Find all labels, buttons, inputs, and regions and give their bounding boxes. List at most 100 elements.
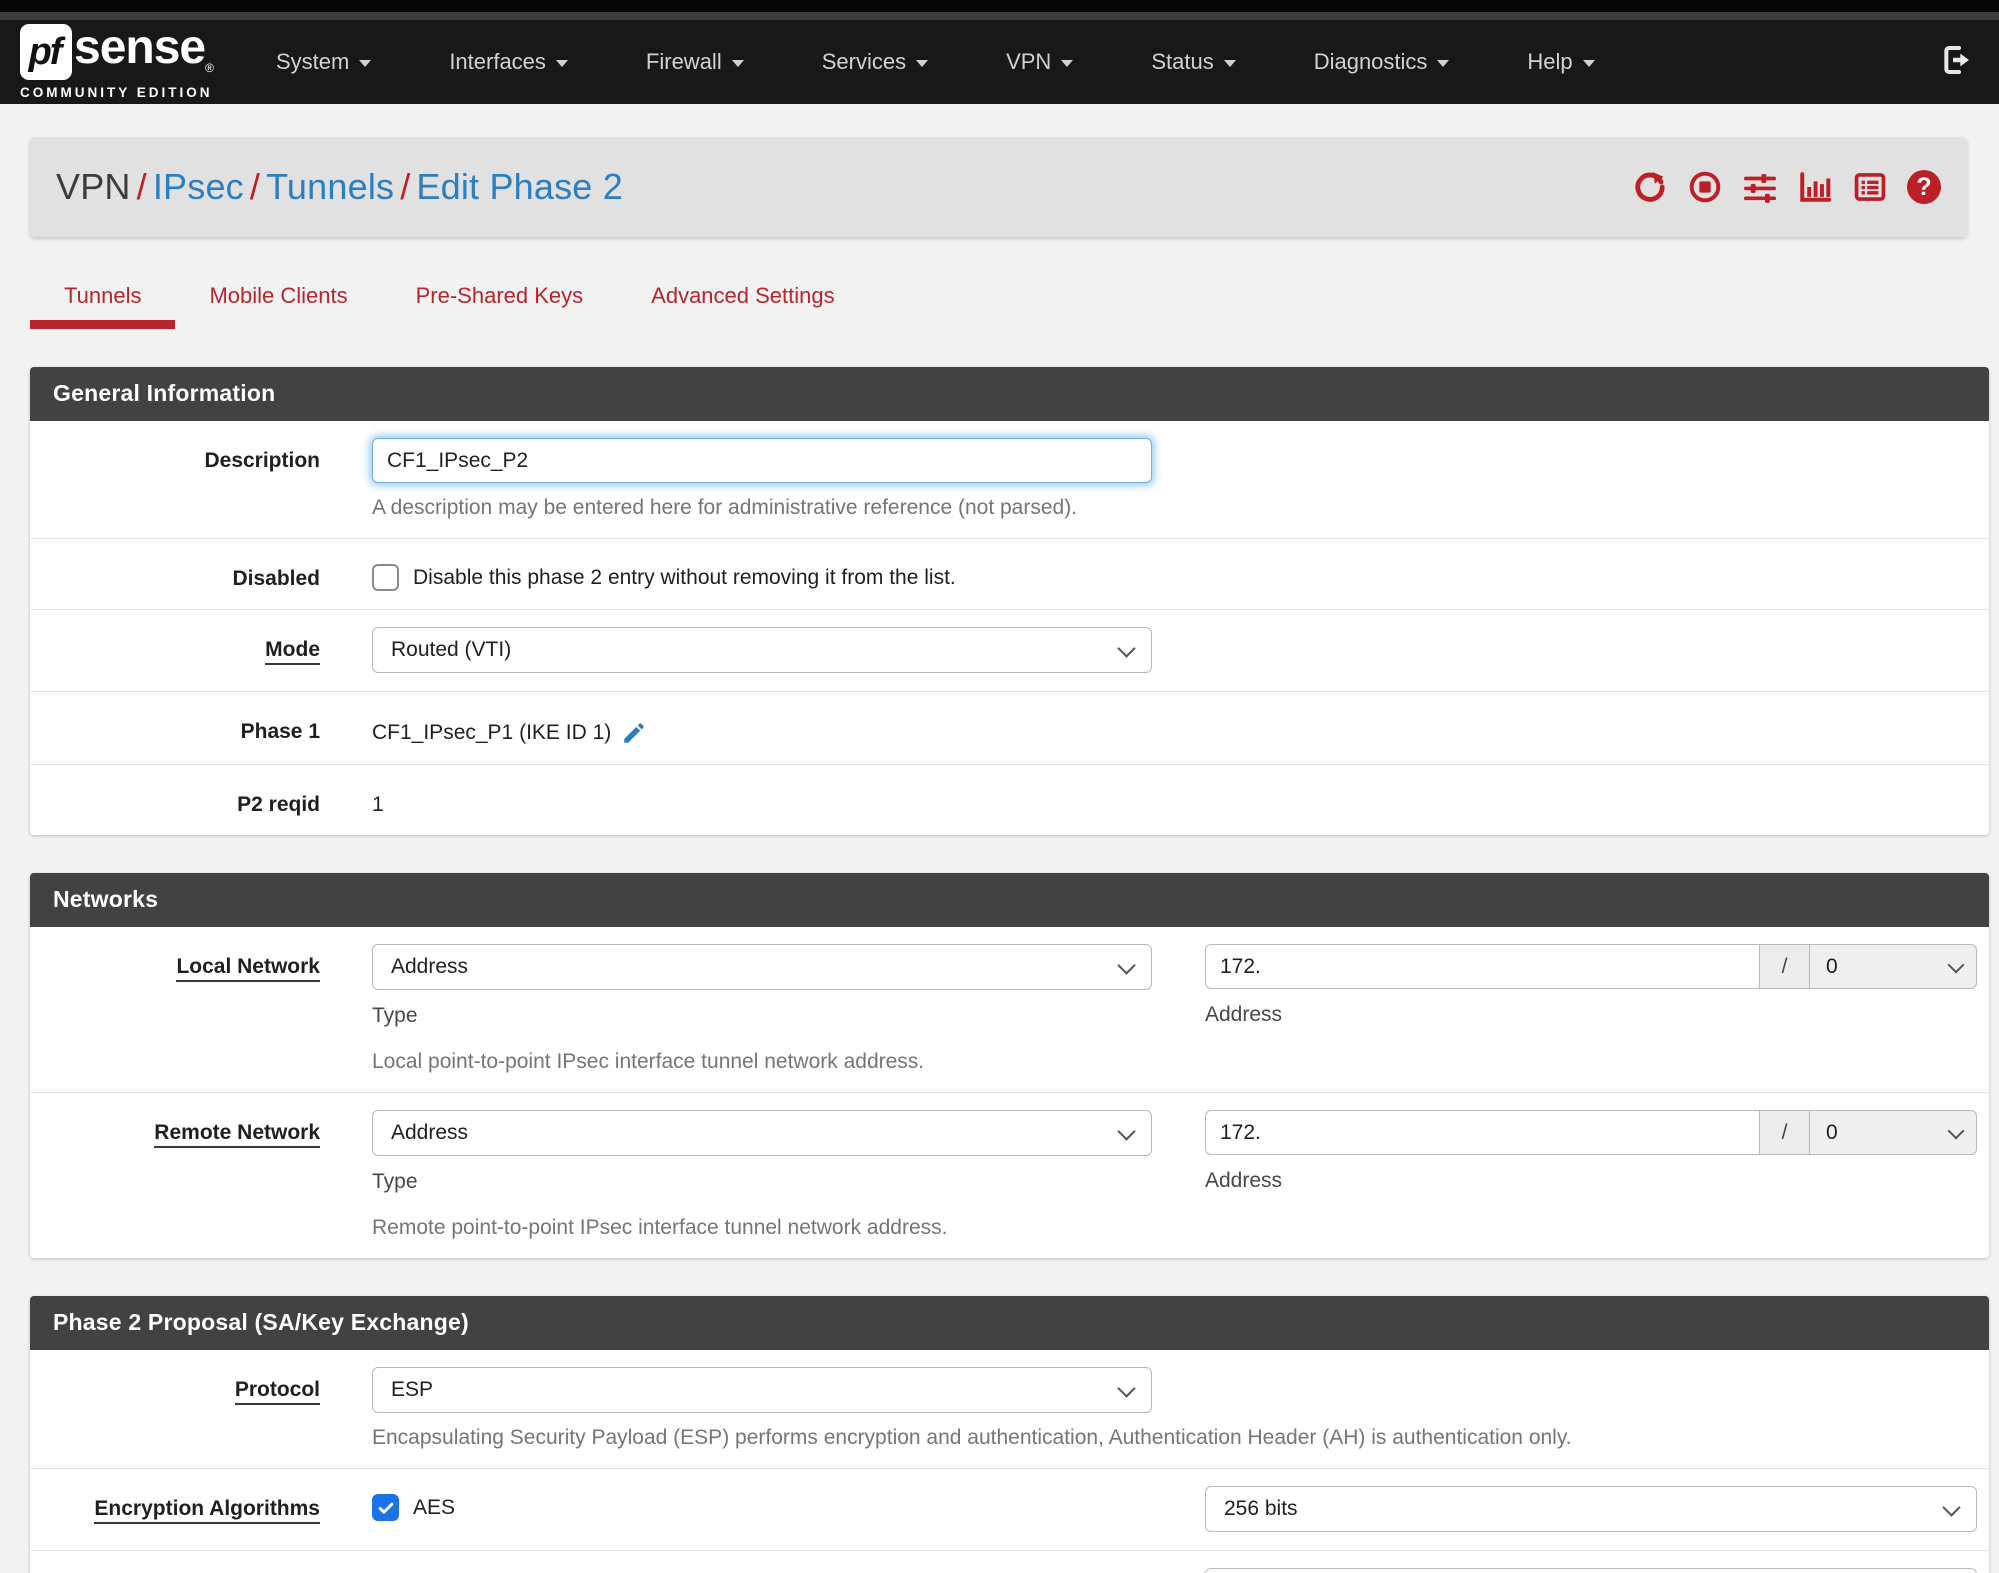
menu-interfaces[interactable]: Interfaces <box>449 49 568 75</box>
tab-tunnels[interactable]: Tunnels <box>30 283 176 329</box>
tab-mobile-clients[interactable]: Mobile Clients <box>175 283 381 329</box>
disabled-checkbox[interactable] <box>372 564 399 591</box>
tab-advanced-settings[interactable]: Advanced Settings <box>617 283 868 329</box>
phase1-label: Phase 1 <box>240 720 320 743</box>
disabled-checkbox-label: Disable this phase 2 entry without remov… <box>413 565 956 589</box>
registered-mark: ® <box>205 61 214 75</box>
aes128gcm-keylen-select[interactable]: Auto <box>1205 1568 1977 1573</box>
mode-label: Mode <box>265 638 320 665</box>
pencil-icon[interactable] <box>621 720 647 746</box>
local-network-type-sublabel: Type <box>372 1004 418 1027</box>
remote-network-address-input[interactable] <box>1205 1110 1760 1155</box>
menu-status[interactable]: Status <box>1151 49 1236 75</box>
local-network-label: Local Network <box>176 955 320 982</box>
row-description: Description A description may be entered… <box>30 421 1989 539</box>
description-label: Description <box>204 449 320 472</box>
menu-vpn[interactable]: VPN <box>1006 49 1074 75</box>
local-network-type-select[interactable]: Address <box>372 944 1152 990</box>
remote-network-type-select[interactable]: Address <box>372 1110 1152 1156</box>
window-sub-strip <box>0 12 1999 20</box>
cidr-separator: / <box>1760 1110 1810 1155</box>
aes128gcm-checkbox-row: AES128-GCM <box>372 1568 1152 1573</box>
description-input[interactable] <box>372 438 1152 483</box>
panel-title: Phase 2 Proposal (SA/Key Exchange) <box>30 1296 1989 1350</box>
chevron-down-icon <box>1061 60 1074 67</box>
pfsense-logo[interactable]: pf sense ® COMMUNITY EDITION <box>20 24 214 100</box>
remote-network-type-sublabel: Type <box>372 1170 418 1193</box>
chevron-down-icon <box>1117 639 1136 658</box>
aes-checkbox-label: AES <box>413 1495 456 1519</box>
p2reqid-label: P2 reqid <box>237 793 320 816</box>
breadcrumb-separator: / <box>400 166 411 207</box>
local-network-address-input[interactable] <box>1205 944 1760 989</box>
aes-keylen-select[interactable]: 256 bits <box>1205 1486 1977 1532</box>
breadcrumb-bar: VPN / IPsec / Tunnels / Edit Phase 2 ? <box>30 137 1967 237</box>
chevron-down-icon <box>1942 1498 1961 1517</box>
help-icon[interactable]: ? <box>1907 170 1941 204</box>
breadcrumb-separator: / <box>136 166 147 207</box>
panel-networks: Networks Local Network Address Type 172.… <box>30 873 1989 1258</box>
protocol-label: Protocol <box>234 1378 320 1405</box>
row-protocol: Protocol ESP Encapsulating Security Payl… <box>30 1350 1989 1469</box>
window-top-strip <box>0 0 1999 12</box>
chevron-down-icon <box>1117 1379 1136 1398</box>
row-mode: Mode Routed (VTI) <box>30 610 1989 692</box>
panel-title: General Information <box>30 367 1989 421</box>
local-network-address-sublabel: Address <box>1205 1003 1283 1026</box>
breadcrumb-root: VPN <box>56 166 131 207</box>
chevron-down-icon <box>555 60 568 67</box>
breadcrumb-link-ipsec[interactable]: IPsec <box>153 166 244 207</box>
top-navbar: pf sense ® COMMUNITY EDITION System Inte… <box>0 20 1999 104</box>
chevron-down-icon <box>1947 956 1965 974</box>
breadcrumb-link-tunnels[interactable]: Tunnels <box>266 166 394 207</box>
pfsense-logo-subtitle: COMMUNITY EDITION <box>20 85 213 100</box>
log-icon[interactable] <box>1852 169 1888 205</box>
disabled-checkbox-row: Disable this phase 2 entry without remov… <box>372 556 1975 591</box>
panel-phase2-proposal: Phase 2 Proposal (SA/Key Exchange) Proto… <box>30 1296 1989 1573</box>
subnav-tabs: Tunnels Mobile Clients Pre-Shared Keys A… <box>30 283 1969 329</box>
aes-checkbox[interactable] <box>372 1494 399 1521</box>
breadcrumb: VPN / IPsec / Tunnels / Edit Phase 2 <box>56 166 623 208</box>
local-network-help: Local point-to-point IPsec interface tun… <box>372 1050 925 1073</box>
mode-select[interactable]: Routed (VTI) <box>372 627 1152 673</box>
main-menu: System Interfaces Firewall Services VPN … <box>276 49 1595 75</box>
local-network-prefix-select[interactable]: 0 <box>1810 944 1977 989</box>
row-remote-network: Remote Network Address Type / <box>30 1093 1989 1258</box>
pfsense-logo-tile: pf <box>20 24 72 80</box>
menu-firewall[interactable]: Firewall <box>646 49 744 75</box>
stop-icon[interactable] <box>1687 169 1723 205</box>
panel-general-information: General Information Description A descri… <box>30 367 1989 835</box>
chevron-down-icon <box>1947 1122 1965 1140</box>
sign-out-icon[interactable] <box>1941 44 1973 76</box>
remote-network-address-sublabel: Address <box>1205 1169 1283 1192</box>
chevron-down-icon <box>731 60 744 67</box>
description-help: A description may be entered here for ad… <box>372 496 1078 519</box>
phase1-value: CF1_IPsec_P1 (IKE ID 1) <box>372 721 612 744</box>
chevron-down-icon <box>1582 60 1595 67</box>
pfsense-logo-brand: sense <box>74 21 206 74</box>
protocol-help: Encapsulating Security Payload (ESP) per… <box>372 1426 1572 1449</box>
row-disabled: Disabled Disable this phase 2 entry with… <box>30 539 1989 610</box>
menu-system[interactable]: System <box>276 49 372 75</box>
remote-network-prefix-select[interactable]: 0 <box>1810 1110 1977 1155</box>
remote-network-label: Remote Network <box>154 1121 320 1148</box>
row-local-network: Local Network Address Type / <box>30 927 1989 1093</box>
menu-help[interactable]: Help <box>1527 49 1595 75</box>
chevron-down-icon <box>1117 1122 1136 1141</box>
sliders-icon[interactable] <box>1742 169 1778 205</box>
row-phase1: Phase 1 CF1_IPsec_P1 (IKE ID 1) <box>30 692 1989 765</box>
aes-checkbox-row: AES <box>372 1486 1152 1521</box>
cidr-separator: / <box>1760 944 1810 989</box>
chevron-down-icon <box>1223 60 1236 67</box>
breadcrumb-link-edit-phase-2[interactable]: Edit Phase 2 <box>416 166 623 207</box>
menu-services[interactable]: Services <box>822 49 929 75</box>
page-toolbar: ? <box>1632 169 1941 205</box>
chevron-down-icon <box>1117 956 1136 975</box>
protocol-select[interactable]: ESP <box>372 1367 1152 1413</box>
remote-network-help: Remote point-to-point IPsec interface tu… <box>372 1216 948 1239</box>
refresh-icon[interactable] <box>1632 169 1668 205</box>
bar-chart-icon[interactable] <box>1797 169 1833 205</box>
tab-pre-shared-keys[interactable]: Pre-Shared Keys <box>382 283 618 329</box>
menu-diagnostics[interactable]: Diagnostics <box>1314 49 1450 75</box>
chevron-down-icon <box>916 60 929 67</box>
